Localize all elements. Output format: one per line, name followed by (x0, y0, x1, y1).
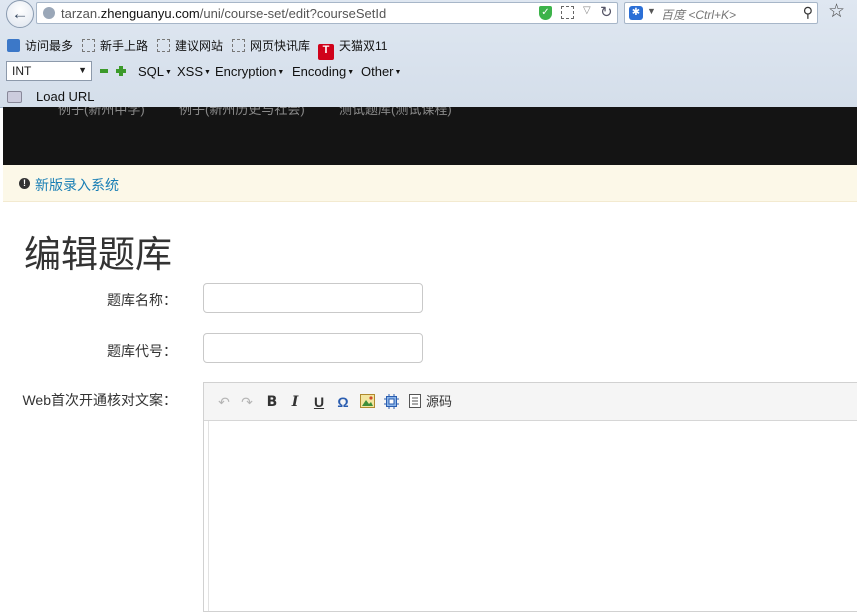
bookmark-label: 新手上路 (100, 39, 149, 53)
site-header: 例子(新州中学) 例子(新州历史与社会) 测试题库(测试课程) (3, 107, 857, 165)
type-select[interactable]: INT ▼ (6, 61, 92, 81)
search-placeholder[interactable]: 百度 <Ctrl+K> (661, 6, 736, 23)
search-page-icon (7, 39, 20, 52)
history-dropdown-icon[interactable]: ▽ (583, 5, 591, 16)
decrease-icon[interactable] (100, 69, 108, 73)
image-icon[interactable] (359, 394, 375, 410)
source-button[interactable]: 源码 (426, 394, 452, 410)
address-bar[interactable]: tarzan.zhenguanyu.com/uni/course-set/edi… (36, 2, 618, 24)
engine-dropdown-icon[interactable]: ▼ (647, 6, 656, 16)
search-bar[interactable]: ✱ ▼ 百度 <Ctrl+K> ⚲ (624, 2, 818, 24)
baidu-paw-icon[interactable]: ✱ (629, 6, 643, 20)
hackbar-toolbar: INT ▼ SQL▼ XSS▼ Encryption▼ Encoding▼ Oth… (0, 60, 857, 84)
italic-button[interactable]: I (287, 394, 303, 410)
rich-text-editor: ↶ ↷ B I U Ω 源码 (203, 382, 857, 612)
bookmark-label: 访问最多 (25, 39, 74, 53)
shield-icon[interactable]: ✓ (539, 6, 552, 20)
bookmark-label: 网页快讯库 (250, 39, 311, 53)
bookmark-label: 建议网站 (175, 39, 224, 53)
bookmark-label: 天猫双11 (339, 39, 388, 53)
browser-chrome: ← tarzan.zhenguanyu.com/uni/course-set/e… (0, 0, 857, 108)
reload-icon[interactable]: ↻ (600, 3, 613, 21)
new-entry-system-link[interactable]: 新版录入系统 (35, 175, 119, 195)
menu-encryption[interactable]: Encryption▼ (215, 64, 284, 79)
web-copy-label: Web首次开通核对文案： (22, 392, 177, 408)
header-nav-item[interactable]: 测试题库(测试课程) (339, 107, 452, 118)
menu-label: XSS (177, 64, 204, 79)
underline-button[interactable]: U (311, 394, 327, 410)
url-text[interactable]: tarzan.zhenguanyu.com/uni/course-set/edi… (61, 6, 386, 21)
url-prefix: tarzan. (61, 6, 101, 21)
editor-content-area[interactable] (208, 421, 857, 611)
hackbar-actions: Load URL (0, 87, 857, 107)
menu-encoding[interactable]: Encoding▼ (292, 64, 354, 79)
page-title: 编辑题库 (24, 233, 172, 276)
globe-icon (43, 7, 55, 19)
menu-other[interactable]: Other▼ (361, 64, 401, 79)
exclamation-circle-icon: ! (19, 178, 30, 189)
bookmark-star-icon[interactable]: ☆ (828, 0, 845, 23)
bookmark-web-slice-gallery[interactable]: 网页快讯库 (232, 37, 310, 53)
bookmark-getting-started[interactable]: 新手上路 (82, 37, 148, 53)
source-icon[interactable] (407, 394, 423, 410)
special-character-icon[interactable]: Ω (335, 394, 351, 410)
name-label: 题库名称： (107, 292, 177, 308)
menu-label: Encoding (292, 64, 347, 79)
page-icon (232, 39, 245, 52)
type-select-value: INT (12, 64, 32, 78)
tmall-icon: T (318, 44, 334, 60)
url-path: /uni/course-set/edit?courseSetId (199, 6, 387, 21)
increase-icon[interactable] (116, 66, 126, 76)
code-label: 题库代号： (107, 343, 177, 359)
menu-label: Other (361, 64, 394, 79)
page-icon (157, 39, 170, 52)
menu-label: Encryption (215, 64, 277, 79)
menu-xss[interactable]: XSS▼ (177, 64, 211, 79)
notice-bar: ! 新版录入系统 (3, 165, 857, 202)
chevron-down-icon: ▼ (78, 65, 87, 75)
load-url-icon (7, 91, 22, 103)
editor-toolbar: ↶ ↷ B I U Ω 源码 (204, 383, 857, 421)
bookmark-suggested-sites[interactable]: 建议网站 (157, 37, 223, 53)
menu-sql[interactable]: SQL▼ (138, 64, 172, 79)
header-nav-item[interactable]: 例子(新州历史与社会) (179, 107, 305, 118)
back-button[interactable]: ← (6, 0, 34, 28)
navigation-toolbar: ← tarzan.zhenguanyu.com/uni/course-set/e… (0, 0, 857, 28)
name-input[interactable] (203, 283, 423, 313)
search-icon[interactable]: ⚲ (803, 4, 813, 21)
bold-button[interactable]: B (264, 394, 280, 410)
code-input[interactable] (203, 333, 423, 363)
bookmarks-toolbar: 访问最多 新手上路 建议网站 网页快讯库 T 天猫双11 (0, 34, 857, 60)
menu-label: SQL (138, 64, 165, 79)
redo-icon[interactable]: ↷ (239, 394, 255, 410)
header-nav-item[interactable]: 例子(新州中学) (58, 107, 145, 118)
page-icon (82, 39, 95, 52)
flash-media-icon[interactable] (383, 394, 399, 410)
bookmark-tmall[interactable]: T 天猫双11 (318, 37, 388, 60)
qr-code-icon[interactable] (561, 6, 574, 19)
bookmark-most-visited[interactable]: 访问最多 (7, 37, 73, 53)
undo-icon[interactable]: ↶ (216, 394, 232, 410)
url-domain: zhenguanyu.com (100, 6, 200, 21)
